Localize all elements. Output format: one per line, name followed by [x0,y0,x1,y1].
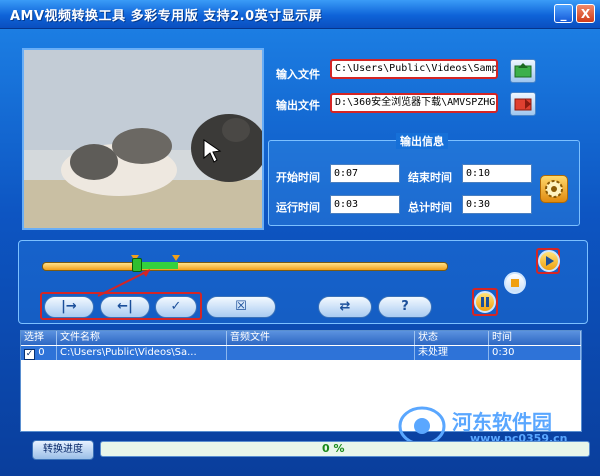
output-info-title: 输出信息 [396,133,448,149]
play-icon [546,256,554,266]
run-time-label: 运行时间 [276,201,320,214]
input-file-label: 输入文件 [276,68,320,81]
pause-button[interactable] [474,291,496,313]
folder-in-icon [514,63,532,78]
stop-button[interactable] [504,272,526,294]
input-file-field[interactable]: C:\Users\Public\Videos\Sample [330,59,498,79]
start-time-label: 开始时间 [276,171,320,184]
close-button[interactable]: X [576,4,595,23]
start-time-field[interactable]: 0:07 [330,164,400,183]
row-status-cell: 未处理 [415,346,489,360]
title-bar[interactable]: AMV视频转换工具 多彩专用版 支持2.0英寸显示屏 _ X [0,0,600,29]
remove-button[interactable]: ☒ [206,296,276,318]
settings-button[interactable] [540,175,568,203]
row-select-cell[interactable]: ✓ 0 [21,346,57,360]
output-file-label: 输出文件 [276,99,320,112]
app-window: AMV视频转换工具 多彩专用版 支持2.0英寸显示屏 _ X 输入文件 C:\U… [0,0,600,476]
conversion-progress-button[interactable]: 转换进度 [32,440,94,460]
conversion-progress-text: 0 % [322,442,345,455]
video-frame-image [24,50,262,228]
row-select-value: 0 [38,347,45,358]
choose-output-button[interactable] [510,92,536,116]
folder-out-icon [514,98,532,111]
gear-icon [545,180,563,198]
conversion-progress-bar [100,441,590,457]
run-time-field[interactable]: 0:03 [330,195,400,214]
column-header-audio[interactable]: 音频文件 [227,331,415,345]
row-filename-cell: C:\Users\Public\Videos\Sa... [57,346,227,360]
selection-end-marker[interactable] [172,255,180,261]
help-button[interactable]: ? [378,296,432,318]
play-button[interactable] [538,250,560,272]
pause-icon [481,297,489,307]
row-time-cell: 0:30 [489,346,581,360]
row-checkbox[interactable]: ✓ [24,349,35,360]
open-input-button[interactable] [510,59,536,83]
minimize-button[interactable]: _ [554,4,573,23]
set-end-button[interactable]: ←| [100,296,150,318]
stop-icon [511,279,519,287]
window-title: AMV视频转换工具 多彩专用版 支持2.0英寸显示屏 [10,9,323,24]
video-preview[interactable] [22,48,264,230]
column-header-filename[interactable]: 文件名称 [57,331,227,345]
row-audio-cell [227,346,415,360]
end-time-label: 结束时间 [408,171,452,184]
confirm-button[interactable]: ✓ [155,296,197,318]
watermark-site: 河东软件园 [452,410,552,434]
column-header-status[interactable]: 状态 [415,331,489,345]
total-time-field[interactable]: 0:30 [462,195,532,214]
total-time-label: 总计时间 [408,201,452,214]
set-start-button[interactable]: |→ [44,296,94,318]
column-header-select[interactable]: 选择 [21,331,57,345]
column-header-time[interactable]: 时间 [489,331,581,345]
output-file-field[interactable]: D:\360安全浏览器下载\AMVSPZHG [330,93,498,113]
convert-button[interactable]: ⇄ [318,296,372,318]
end-time-field[interactable]: 0:10 [462,164,532,183]
